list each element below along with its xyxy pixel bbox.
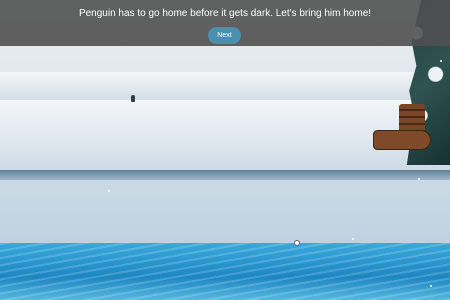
snowflake	[418, 178, 420, 180]
ice-floe[interactable]	[0, 180, 450, 246]
mouse-cursor	[294, 240, 300, 246]
instruction-text: Penguin has to go home before it gets da…	[78, 8, 372, 19]
game-scene[interactable]: Penguin has to go home before it gets da…	[0, 0, 450, 300]
snowflake	[108, 190, 110, 192]
instruction-banner: Penguin has to go home before it gets da…	[0, 0, 450, 46]
sled-body	[373, 130, 431, 150]
ocean-water	[0, 243, 450, 300]
penguin-character[interactable]	[131, 95, 135, 102]
snowflake	[430, 285, 432, 287]
snowflake	[352, 238, 354, 240]
next-button[interactable]: Next	[208, 27, 241, 44]
sled[interactable]	[371, 104, 431, 158]
snowflake	[440, 60, 442, 62]
